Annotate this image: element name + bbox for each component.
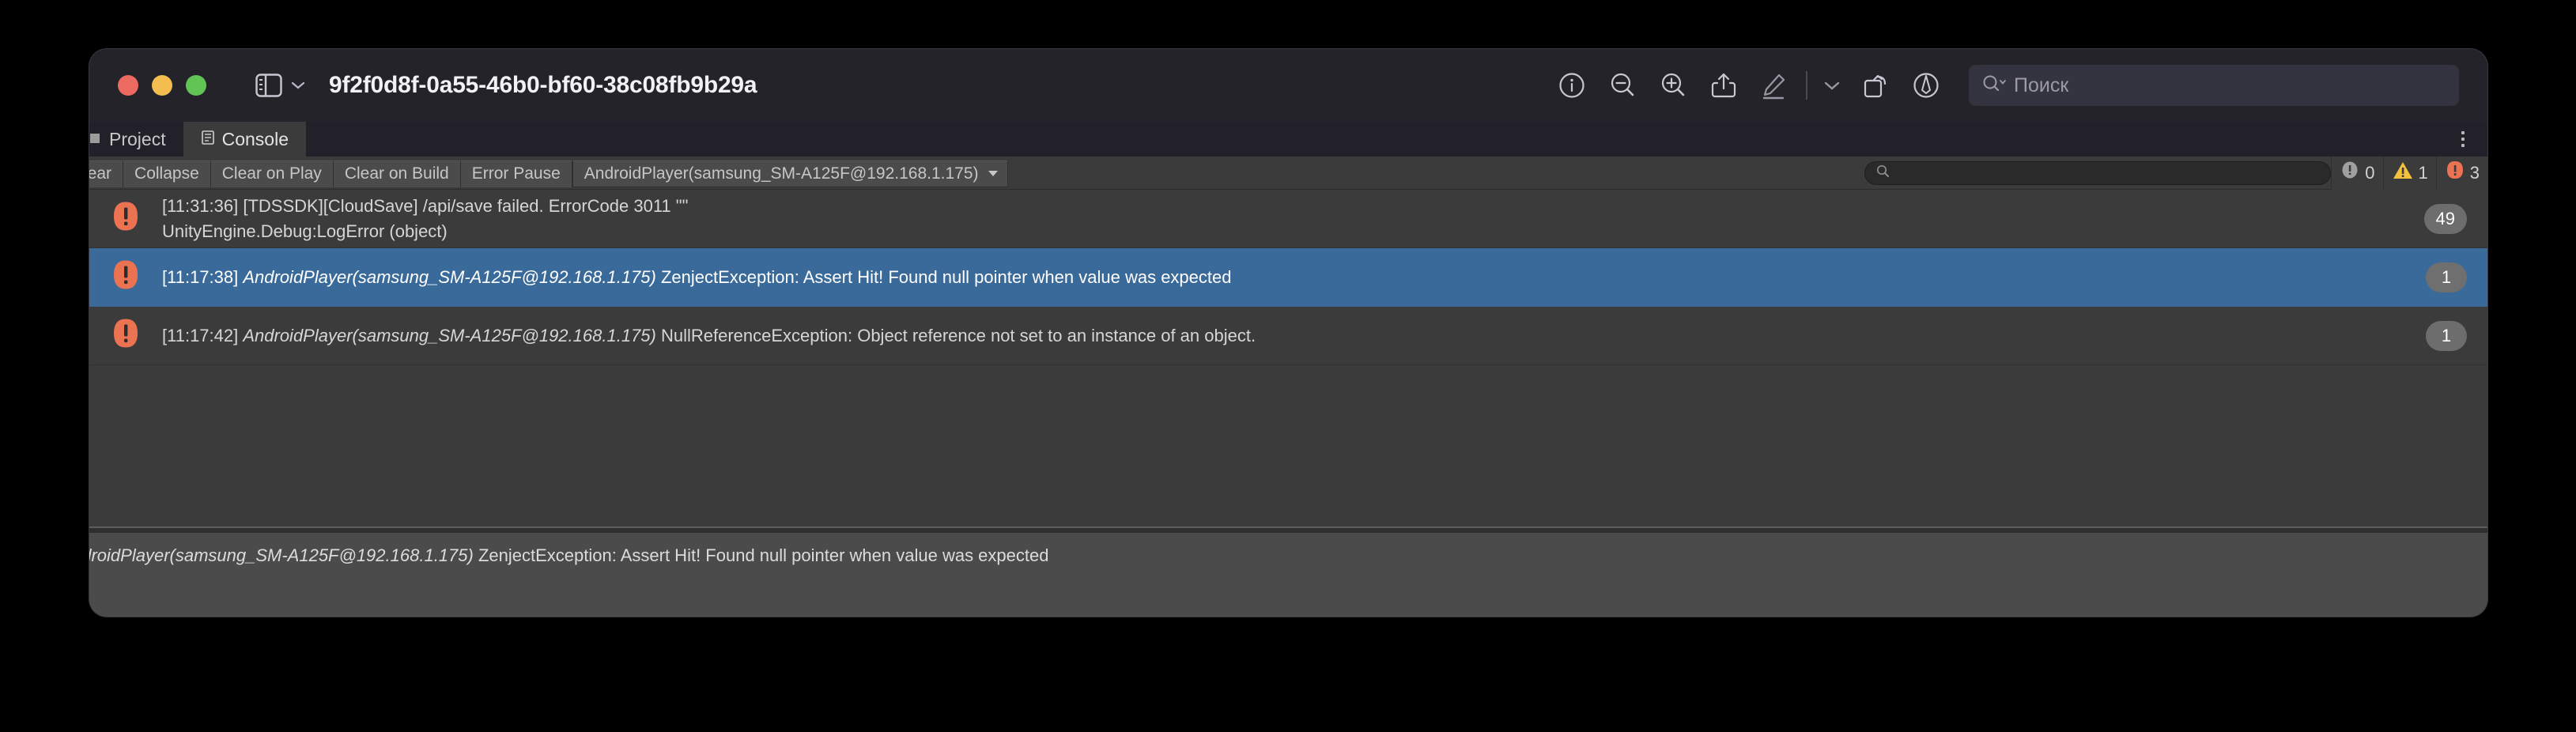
error-badge-icon xyxy=(2445,160,2465,187)
info-badge-icon xyxy=(2340,160,2360,187)
log-entry-count-badge: 1 xyxy=(2426,321,2467,351)
log-entry-row[interactable]: [11:17:42] AndroidPlayer(samsung_SM-A125… xyxy=(89,307,2487,365)
search-field[interactable]: Поиск xyxy=(1969,65,2459,106)
warning-badge-icon xyxy=(2392,160,2414,186)
caret-down-icon xyxy=(988,171,998,176)
log-line-1: [11:31:36] [TDSSDK][CloudSave] /api/save… xyxy=(162,196,688,216)
window-titlebar: 9f2f0d8f-0a55-46b0-bf60-38c08fb9b29a xyxy=(89,49,2487,122)
share-icon[interactable] xyxy=(1698,60,1749,111)
info-icon[interactable] xyxy=(1547,60,1597,111)
project-icon xyxy=(89,129,102,150)
markup-pen-icon[interactable] xyxy=(1749,60,1800,111)
unity-tabstrip: Project Console xyxy=(89,122,2487,157)
unity-console-window: Project Console xyxy=(89,122,2487,617)
clear-on-build-button[interactable]: Clear on Build xyxy=(334,160,461,187)
error-count: 3 xyxy=(2470,163,2480,183)
tabstrip-filler xyxy=(306,122,2487,157)
error-icon xyxy=(110,199,142,238)
warning-count: 1 xyxy=(2419,163,2428,183)
collapse-button[interactable]: Collapse xyxy=(123,160,211,187)
detail-pane-splitter[interactable] xyxy=(89,528,2487,533)
search-icon xyxy=(1981,74,2008,98)
warning-counter[interactable]: 1 xyxy=(2383,157,2436,190)
log-entry-text: [11:17:42] AndroidPlayer(samsung_SM-A125… xyxy=(162,323,1256,349)
sidebar-chevron-down-icon xyxy=(291,81,305,90)
tab-console[interactable]: Console xyxy=(183,122,306,157)
log-entry-row[interactable]: [11:31:36] [TDSSDK][CloudSave] /api/save… xyxy=(89,190,2487,248)
sidebar-icon xyxy=(255,73,282,98)
console-log-list[interactable]: [11:31:36] [TDSSDK][CloudSave] /api/save… xyxy=(89,190,2487,526)
error-icon xyxy=(110,316,142,355)
info-count: 0 xyxy=(2365,163,2374,183)
tab-project-label: Project xyxy=(109,129,166,150)
window-title: 9f2f0d8f-0a55-46b0-bf60-38c08fb9b29a xyxy=(329,72,757,99)
annotate-icon[interactable] xyxy=(1901,60,1951,111)
detail-pane-text: ndroidPlayer(samsung_SM-A125F@192.168.1.… xyxy=(89,528,2487,566)
log-message: ZenjectException: Assert Hit! Found null… xyxy=(656,267,1232,287)
log-timestamp: [11:17:38] xyxy=(162,267,243,287)
titlebar-toolbar: Поиск xyxy=(1547,49,2459,122)
log-message: [TDSSDK][CloudSave] /api/save failed. Er… xyxy=(243,196,688,216)
chevron-down-icon[interactable] xyxy=(1814,60,1850,111)
log-message: NullReferenceException: Object reference… xyxy=(656,326,1256,345)
info-counter[interactable]: 0 xyxy=(2331,157,2382,190)
log-entry-count-badge: 49 xyxy=(2424,204,2467,234)
tab-console-label: Console xyxy=(222,129,289,150)
error-icon xyxy=(110,258,142,296)
zoom-out-icon[interactable] xyxy=(1597,60,1648,111)
log-entry-row[interactable]: [11:17:38] AndroidPlayer(samsung_SM-A125… xyxy=(89,248,2487,307)
console-toolbar: lear Collapse Clear on Play Clear on Bui… xyxy=(89,157,2487,190)
menu-dot xyxy=(2461,138,2465,141)
log-timestamp: [11:17:42] xyxy=(162,326,243,345)
log-line-2: UnityEngine.Debug:LogError (object) xyxy=(162,221,448,241)
console-search-input[interactable] xyxy=(1864,161,2331,185)
log-source: AndroidPlayer(samsung_SM-A125F@192.168.1… xyxy=(243,267,656,287)
rotate-icon[interactable] xyxy=(1850,60,1901,111)
detail-message: ZenjectException: Assert Hit! Found null… xyxy=(474,545,1049,565)
clear-button[interactable]: lear xyxy=(89,160,123,187)
log-entry-count-badge: 1 xyxy=(2426,262,2467,292)
toolbar-divider xyxy=(1806,71,1807,100)
log-timestamp: [11:31:36] xyxy=(162,196,243,216)
error-pause-button[interactable]: Error Pause xyxy=(461,160,572,187)
connected-player-dropdown[interactable]: AndroidPlayer(samsung_SM-A125F@192.168.1… xyxy=(572,160,1008,187)
preview-window: 9f2f0d8f-0a55-46b0-bf60-38c08fb9b29a xyxy=(89,49,2487,617)
traffic-lights xyxy=(118,75,206,96)
clear-on-play-button[interactable]: Clear on Play xyxy=(211,160,334,187)
menu-dot xyxy=(2461,144,2465,147)
connected-player-label: AndroidPlayer(samsung_SM-A125F@192.168.1… xyxy=(584,164,979,183)
log-source: AndroidPlayer(samsung_SM-A125F@192.168.1… xyxy=(243,326,656,345)
search-placeholder: Поиск xyxy=(2014,74,2068,97)
console-detail-pane[interactable]: ndroidPlayer(samsung_SM-A125F@192.168.1.… xyxy=(89,526,2487,617)
log-entry-text: [11:17:38] AndroidPlayer(samsung_SM-A125… xyxy=(162,265,1231,290)
panel-menu-button[interactable] xyxy=(2449,122,2476,157)
tab-project[interactable]: Project xyxy=(89,122,183,157)
close-window-button[interactable] xyxy=(118,75,138,96)
console-icon xyxy=(201,129,215,150)
error-counter[interactable]: 3 xyxy=(2436,157,2487,190)
log-entry-text: [11:31:36] [TDSSDK][CloudSave] /api/save… xyxy=(162,194,688,244)
menu-dot xyxy=(2461,131,2465,134)
search-icon xyxy=(1875,164,1891,183)
console-toolbar-right: 0 1 xyxy=(1864,157,2487,190)
detail-source: ndroidPlayer(samsung_SM-A125F@192.168.1.… xyxy=(89,545,474,565)
minimize-window-button[interactable] xyxy=(152,75,172,96)
sidebar-toggle-button[interactable] xyxy=(255,73,305,98)
maximize-window-button[interactable] xyxy=(186,75,206,96)
zoom-in-icon[interactable] xyxy=(1648,60,1698,111)
